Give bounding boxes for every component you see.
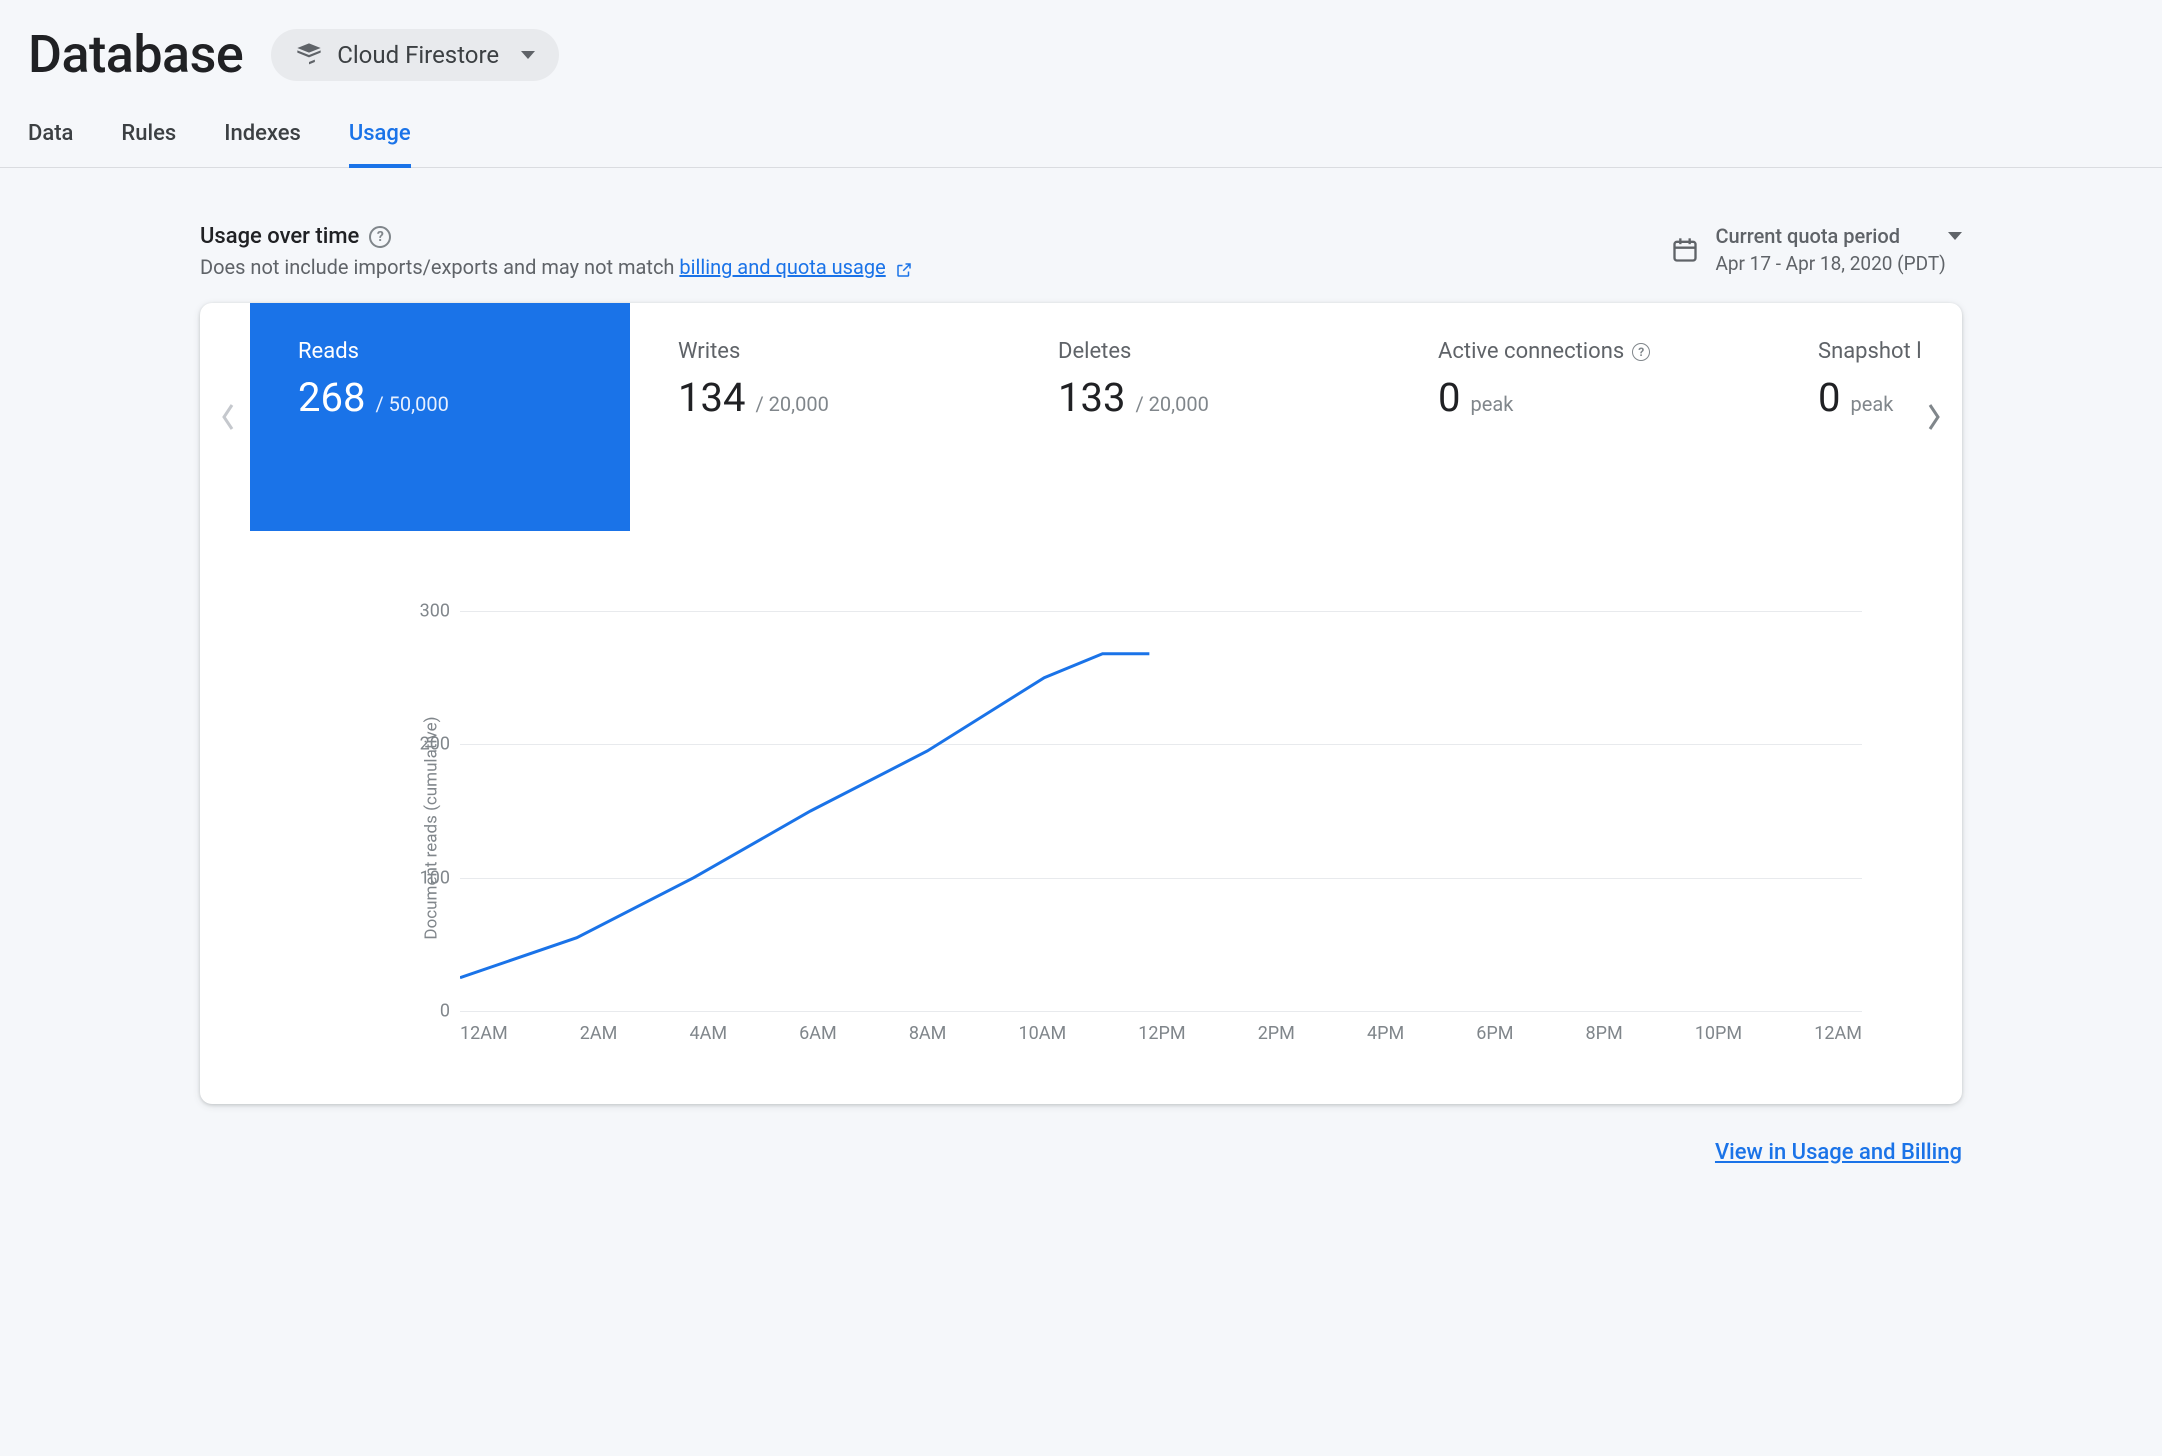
billing-quota-link[interactable]: billing and quota usage	[679, 255, 885, 279]
usage-card: Reads 268 / 50,000 Writes 134 / 20,000 D…	[200, 303, 1962, 1104]
chart-xlabel: 6AM	[799, 1023, 837, 1044]
usage-subtitle-text: Does not include imports/exports and may…	[200, 255, 679, 279]
metric-deletes-limit: / 20,000	[1135, 392, 1208, 416]
date-range-text: Current quota period Apr 17 - Apr 18, 20…	[1715, 224, 1962, 275]
calendar-icon	[1671, 236, 1699, 264]
metric-writes[interactable]: Writes 134 / 20,000	[630, 303, 1010, 531]
chevron-down-icon	[1948, 232, 1962, 240]
page-title: Database	[28, 24, 243, 85]
chart-ytick: 300	[380, 601, 450, 622]
usage-header: Usage over time ? Does not include impor…	[200, 224, 1962, 279]
metric-deletes-value: 133	[1058, 374, 1125, 421]
help-icon[interactable]: ?	[1632, 343, 1650, 361]
metric-deletes-label: Deletes	[1058, 339, 1131, 364]
metric-snapshot-limit: peak	[1850, 392, 1893, 416]
chart-xlabel: 8AM	[909, 1023, 947, 1044]
chart-ytick: 100	[380, 867, 450, 888]
external-link-icon	[895, 260, 913, 278]
database-selector-label: Cloud Firestore	[337, 41, 499, 69]
metric-writes-label: Writes	[678, 339, 740, 364]
firestore-icon	[295, 41, 323, 69]
metric-reads-label: Reads	[298, 339, 359, 364]
chart-xlabel: 8PM	[1586, 1023, 1623, 1044]
metric-snapshot-label: Snapshot listeners	[1818, 339, 1922, 364]
metric-snapshot-value: 0	[1818, 374, 1840, 421]
metric-connections-limit: peak	[1470, 392, 1513, 416]
chart-container: Document reads (cumulative) 0100200300 1…	[380, 611, 1862, 1044]
date-range-picker[interactable]: Current quota period Apr 17 - Apr 18, 20…	[1671, 224, 1962, 275]
tab-data[interactable]: Data	[28, 121, 73, 168]
period-range: Apr 17 - Apr 18, 2020 (PDT)	[1715, 252, 1962, 275]
metrics-next-button[interactable]	[1918, 401, 1950, 433]
period-label: Current quota period	[1715, 224, 1900, 248]
chart-xlabel: 12AM	[460, 1023, 508, 1044]
page-header: Database Cloud Firestore	[0, 0, 2162, 93]
chart-xlabels: 12AM 2AM 4AM 6AM 8AM 10AM 12PM 2PM 4PM 6PM 8PM 10PM…	[460, 1023, 1862, 1044]
tab-usage[interactable]: Usage	[349, 121, 411, 168]
metrics-strip: Reads 268 / 50,000 Writes 134 / 20,000 D…	[200, 303, 1962, 531]
metric-connections-value: 0	[1438, 374, 1460, 421]
tab-indexes[interactable]: Indexes	[224, 121, 301, 168]
usage-title-block: Usage over time ? Does not include impor…	[200, 224, 913, 279]
database-selector[interactable]: Cloud Firestore	[271, 29, 559, 81]
metric-deletes[interactable]: Deletes 133 / 20,000	[1010, 303, 1390, 531]
chart-ytick: 0	[380, 1001, 450, 1022]
help-icon[interactable]: ?	[369, 226, 391, 248]
chart-xlabel: 10PM	[1695, 1023, 1742, 1044]
metric-connections-label: Active connections	[1438, 339, 1624, 364]
metric-writes-value: 134	[678, 374, 745, 421]
chart-xlabel: 6PM	[1476, 1023, 1513, 1044]
chevron-down-icon	[521, 51, 535, 59]
chart-xlabel: 10AM	[1018, 1023, 1066, 1044]
view-usage-billing-link[interactable]: View in Usage and Billing	[1715, 1140, 1962, 1165]
chart-xlabel: 2PM	[1258, 1023, 1295, 1044]
metrics-prev-button[interactable]	[212, 401, 244, 433]
metric-reads[interactable]: Reads 268 / 50,000	[250, 303, 630, 531]
chart-area: Document reads (cumulative) 0100200300 1…	[200, 531, 1962, 1104]
chart-grid: 0100200300	[380, 611, 1862, 1011]
chart-xlabel: 2AM	[580, 1023, 618, 1044]
chart-xlabel: 12AM	[1814, 1023, 1862, 1044]
metric-active-connections[interactable]: Active connections ? 0 peak	[1390, 303, 1770, 531]
tabs: Data Rules Indexes Usage	[0, 93, 2162, 168]
tab-rules[interactable]: Rules	[121, 121, 176, 168]
content: Usage over time ? Does not include impor…	[0, 168, 2162, 1205]
usage-subtitle: Does not include imports/exports and may…	[200, 255, 913, 279]
chart-ytick: 200	[380, 734, 450, 755]
metric-reads-value: 268	[298, 374, 365, 421]
chart-xlabel: 4PM	[1367, 1023, 1404, 1044]
footer-link-row: View in Usage and Billing	[200, 1140, 1962, 1165]
chart-xlabel: 12PM	[1138, 1023, 1185, 1044]
chart-xlabel: 4AM	[689, 1023, 727, 1044]
metric-writes-limit: / 20,000	[755, 392, 828, 416]
metric-reads-limit: / 50,000	[375, 392, 448, 416]
usage-title: Usage over time	[200, 224, 359, 249]
